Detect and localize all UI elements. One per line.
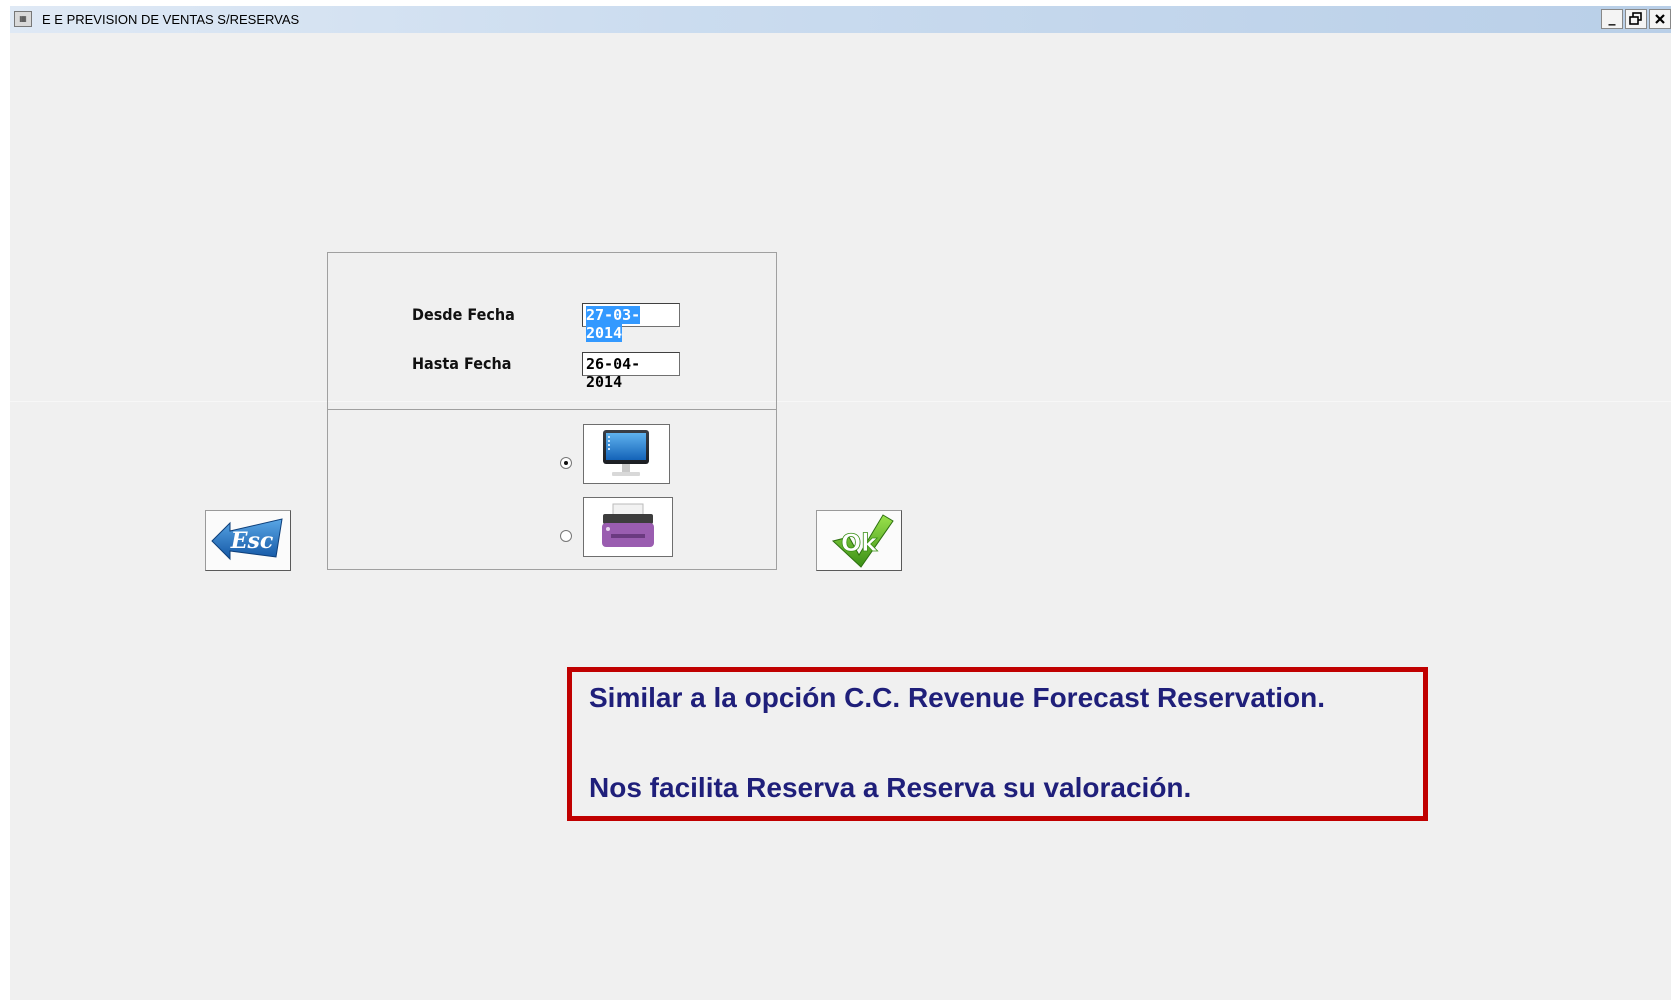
from-date-value: 27-03-2014 — [586, 306, 641, 342]
title-bar[interactable]: ▦ E E PREVISION DE VENTAS S/RESERVAS _ — [10, 6, 1671, 33]
esc-label: Esc — [230, 528, 274, 554]
output-panel — [327, 409, 777, 570]
divider — [10, 401, 1671, 402]
esc-arrow-icon: Esc — [211, 518, 283, 561]
esc-button[interactable]: Esc — [205, 510, 291, 571]
app-window: ▦ E E PREVISION DE VENTAS S/RESERVAS _ D… — [10, 6, 1671, 1000]
annotation-line-1: Similar a la opción C.C. Revenue Forecas… — [589, 682, 1326, 713]
restore-button[interactable] — [1625, 9, 1647, 29]
screen-output-button[interactable] — [583, 424, 670, 484]
to-date-field[interactable]: 26-04-2014 — [582, 352, 680, 391]
annotation-box: Similar a la opción C.C. Revenue Forecas… — [567, 667, 1428, 821]
printer-icon — [602, 503, 654, 547]
ok-label: Ok — [841, 529, 878, 557]
minimize-button[interactable]: _ — [1601, 9, 1623, 29]
close-icon — [1655, 14, 1665, 24]
restore-icon — [1629, 12, 1642, 25]
from-date-label: Desde Fecha — [412, 305, 515, 324]
to-date-value: 26-04-2014 — [586, 355, 641, 391]
monitor-icon — [603, 430, 649, 476]
screen-output-radio[interactable] — [560, 457, 572, 469]
printer-output-button[interactable] — [583, 497, 673, 557]
close-button[interactable] — [1649, 9, 1671, 29]
annotation-line-2: Nos facilita Reserva a Reserva su valora… — [589, 772, 1192, 803]
from-date-field[interactable]: 27-03-2014 — [582, 303, 680, 342]
printer-output-radio[interactable] — [560, 530, 572, 542]
app-icon: ▦ — [14, 11, 32, 27]
window-controls: _ — [1601, 9, 1671, 31]
window-title: E E PREVISION DE VENTAS S/RESERVAS — [42, 12, 300, 27]
to-date-label: Hasta Fecha — [412, 354, 512, 373]
date-range-panel: Desde Fecha 27-03-2014 Hasta Fecha 26-04… — [327, 252, 777, 410]
ok-button[interactable]: Ok — [816, 510, 902, 571]
checkmark-icon: Ok — [831, 514, 894, 568]
